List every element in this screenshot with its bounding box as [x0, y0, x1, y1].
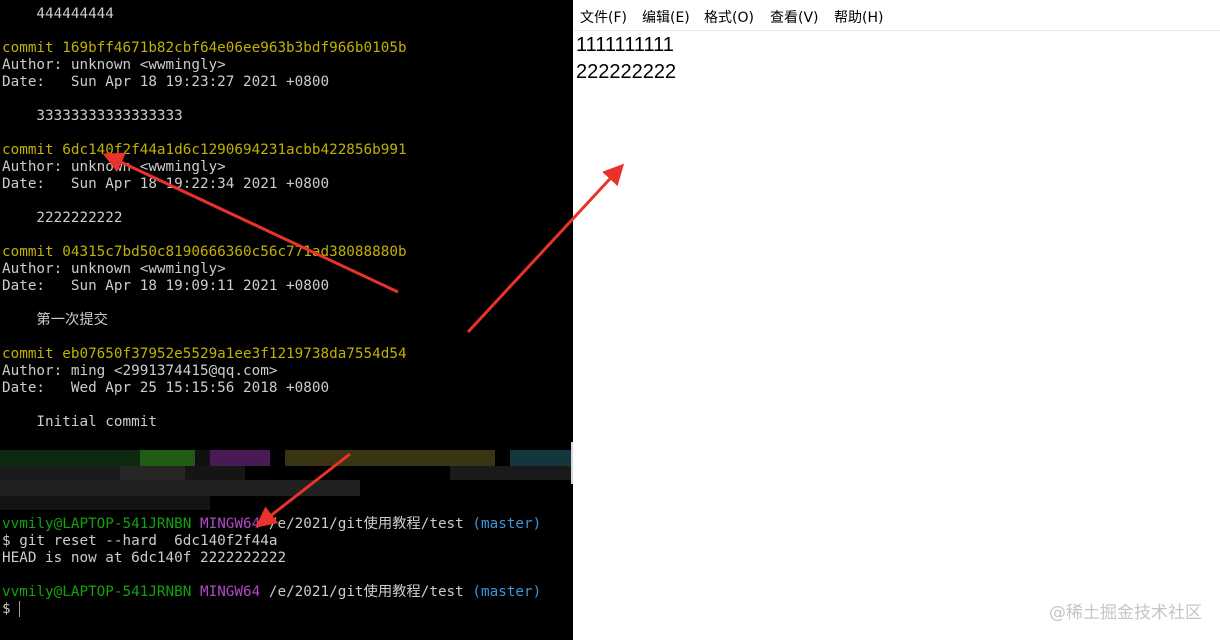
text-editor-area[interactable]: 1111111111 222222222 — [576, 32, 676, 86]
log-line: 2222222222 — [2, 210, 123, 226]
shell-prompt-current: vvmily@LAPTOP-541JRNBN MINGW64 /e/2021/g… — [2, 584, 542, 600]
menu-format[interactable]: 格式(O) — [704, 7, 754, 27]
watermark: @稀土掘金技术社区 — [1049, 603, 1202, 623]
log-line: Author: unknown <wwmingly> — [2, 57, 226, 73]
commit-hash-line: commit 04315c7bd50c8190666360c56c771ad38… — [2, 244, 407, 260]
text-cursor — [19, 601, 20, 617]
notepad-window: 文件(F) 编辑(E) 格式(O) 查看(V) 帮助(H) 1111111111… — [573, 0, 1220, 640]
command-output: HEAD is now at 6dc140f 2222222222 — [2, 550, 287, 566]
menu-edit[interactable]: 编辑(E) — [642, 7, 690, 27]
log-line: Initial commit — [2, 414, 157, 430]
log-line: Author: unknown <wwmingly> — [2, 261, 226, 277]
log-line: Date: Sun Apr 18 19:22:34 2021 +0800 — [2, 176, 330, 192]
menu-file[interactable]: 文件(F) — [580, 7, 627, 27]
editor-line: 1111111111 — [576, 34, 674, 56]
menu-bar: 文件(F) 编辑(E) 格式(O) 查看(V) 帮助(H) — [573, 0, 1220, 31]
commit-hash-line: commit 169bff4671b82cbf64e06ee963b3bdf96… — [2, 40, 407, 56]
log-line: Date: Wed Apr 25 15:15:56 2018 +0800 — [2, 380, 330, 396]
command-input-line[interactable]: $ — [2, 601, 11, 618]
editor-line: 222222222 — [576, 61, 677, 83]
log-line: Date: Sun Apr 18 19:09:11 2021 +0800 — [2, 278, 330, 294]
log-line: Author: unknown <wwmingly> — [2, 159, 226, 175]
log-line: 33333333333333333 — [2, 108, 183, 124]
commit-hash-line: commit eb07650f37952e5529a1ee3f1219738da… — [2, 346, 407, 362]
commit-hash-line: commit 6dc140f2f44a1d6c1290694231acbb422… — [2, 142, 407, 158]
git-bash-terminal[interactable]: 444444444 commit 169bff4671b82cbf64e06ee9… — [0, 0, 573, 640]
menu-view[interactable]: 查看(V) — [770, 7, 819, 27]
log-line: Date: Sun Apr 18 19:23:27 2021 +0800 — [2, 74, 330, 90]
log-line: Author: ming <2991374415@qq.com> — [2, 363, 278, 379]
git-reset-command: $ git reset --hard 6dc140f2f44a — [2, 533, 278, 549]
log-line: 第一次提交 — [2, 312, 108, 328]
shell-prompt: vvmily@LAPTOP-541JRNBN MINGW64 /e/2021/g… — [2, 516, 542, 532]
menu-help[interactable]: 帮助(H) — [834, 7, 883, 27]
log-line: 444444444 — [2, 6, 114, 22]
redacted-area — [0, 440, 573, 512]
